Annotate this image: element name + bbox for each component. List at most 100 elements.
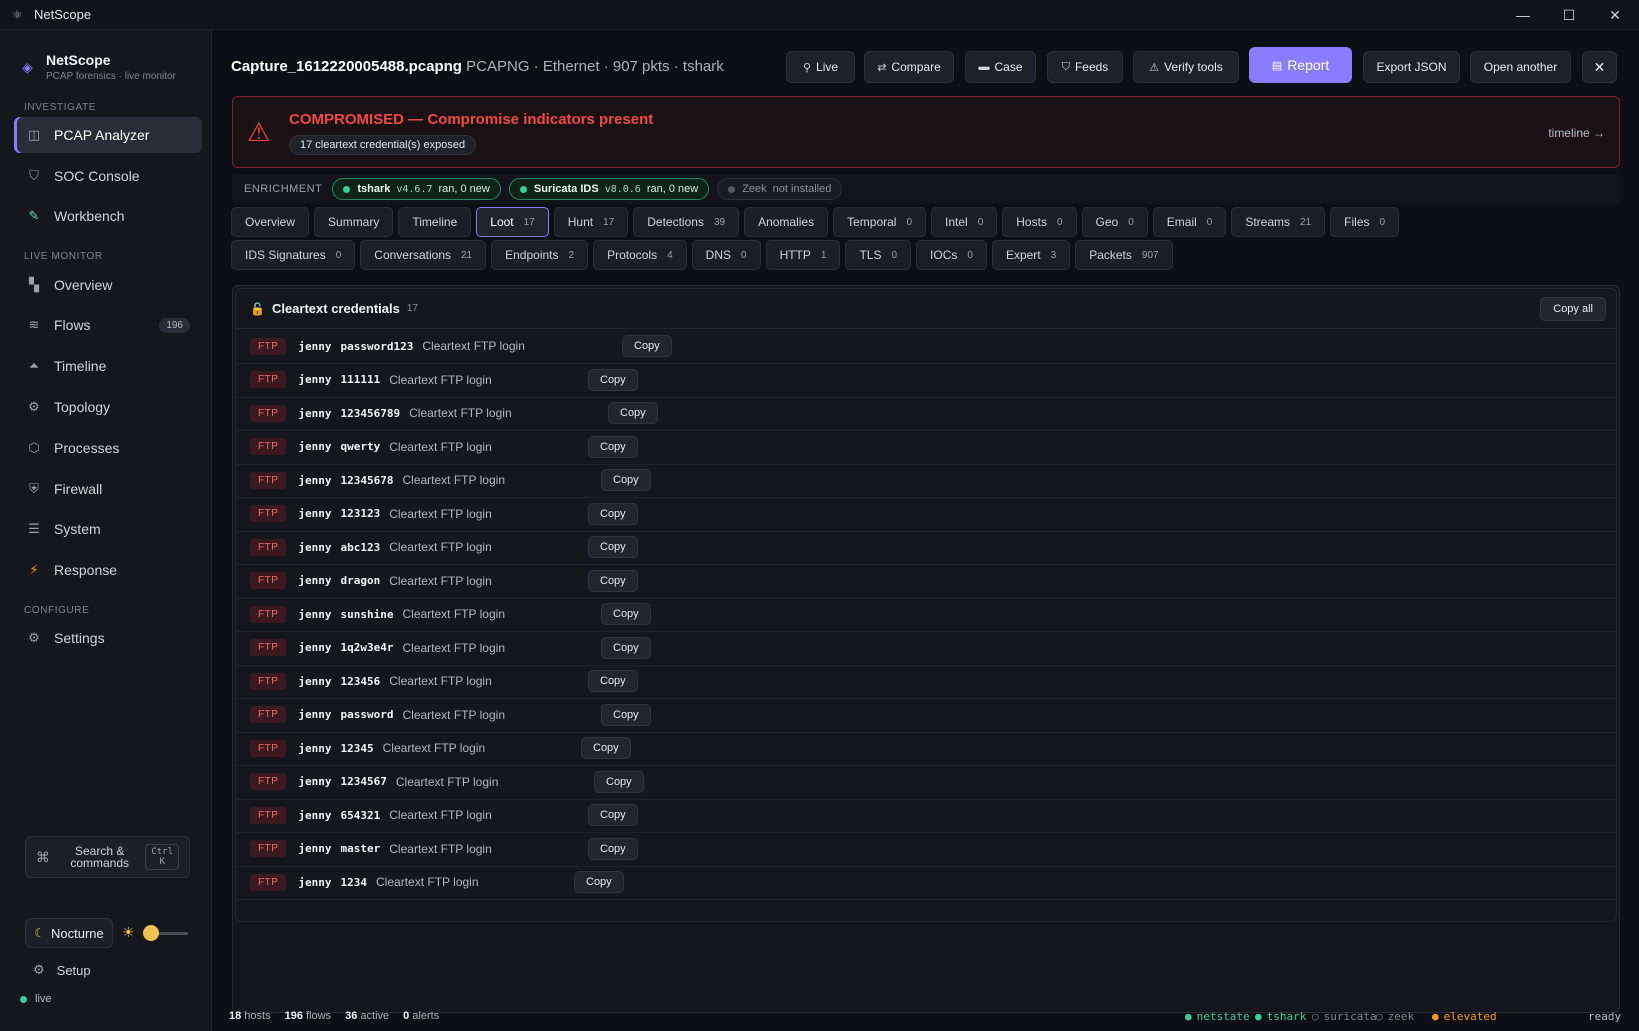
verify-tools-button[interactable]: ⚠ Verify tools (1133, 51, 1239, 83)
tool-name: tshark (357, 183, 391, 195)
report-button-label: Report (1287, 57, 1330, 73)
sidebar-item-flows[interactable]: ≋ Flows 196 (14, 307, 202, 343)
protocol-badge: FTP (250, 806, 287, 824)
tab-streams[interactable]: Streams 21 (1231, 207, 1326, 237)
sidebar-item-timeline[interactable]: ⏶ Timeline (14, 348, 202, 384)
copy-credential-button[interactable]: Copy (608, 402, 658, 424)
tab-iocs[interactable]: IOCs 0 (916, 240, 987, 270)
tab-expert[interactable]: Expert 3 (991, 240, 1071, 270)
protocol-badge: FTP (250, 505, 287, 522)
feeds-button[interactable]: ⛉ Feeds (1047, 51, 1123, 83)
tab-files[interactable]: Files 0 (1330, 207, 1400, 237)
tab-loot[interactable]: Loot 17 (476, 207, 549, 237)
sidebar-item-system[interactable]: ☰ System (14, 511, 202, 547)
tab-label: TLS (859, 248, 882, 262)
live-button[interactable]: ⚲ Live (786, 51, 855, 83)
open-another-button[interactable]: Open another (1470, 51, 1571, 83)
copy-credential-button[interactable]: Copy (588, 569, 638, 592)
case-button[interactable]: ▬ Case (965, 51, 1036, 83)
service-status-icon: ● (1185, 1009, 1192, 1023)
copy-credential-button[interactable]: Copy (601, 603, 651, 625)
tab-dns[interactable]: DNS 0 (691, 240, 761, 270)
timeline-link[interactable]: timeline → (1548, 126, 1605, 140)
tab-email[interactable]: Email 0 (1152, 207, 1227, 237)
credential-description: Cleartext FTP login (402, 707, 506, 722)
credential-username: jenny (298, 574, 332, 587)
credential-username: jenny (298, 473, 332, 487)
search-commands-button[interactable]: ⌘ Search & commands Ctrl K (25, 836, 190, 878)
shield-icon: ⛉ (29, 168, 39, 183)
tab-detections[interactable]: Detections 39 (633, 207, 740, 237)
export-json-button[interactable]: Export JSON (1363, 51, 1460, 83)
credential-row: FTP jenny qwerty Cleartext FTP login Copy (236, 430, 1616, 465)
credential-row: FTP jenny 1234567 Cleartext FTP login Copy (236, 765, 1616, 800)
copy-credential-button[interactable]: Copy (601, 469, 651, 491)
tab-hunt[interactable]: Hunt 17 (553, 207, 629, 237)
copy-credential-button[interactable]: Copy (622, 335, 672, 357)
close-window-button[interactable]: ✕ (1592, 0, 1638, 30)
sidebar-item-response[interactable]: ⚡ Response (14, 552, 202, 588)
copy-credential-button[interactable]: Copy (588, 368, 638, 391)
brand: ◈ NetScope PCAP forensics · live monitor (22, 52, 176, 82)
compare-button[interactable]: ⇄ Compare (864, 51, 954, 83)
copy-credential-button[interactable]: Copy (601, 636, 651, 659)
sidebar-item-soc-console[interactable]: ⛉ SOC Console (14, 158, 202, 194)
sidebar-item-workbench[interactable]: ✎ Workbench (14, 198, 202, 234)
tab-conversations[interactable]: Conversations 21 (360, 240, 487, 270)
copy-credential-button[interactable]: Copy (574, 871, 624, 893)
tab-summary[interactable]: Summary (314, 207, 394, 237)
maximize-button[interactable]: ☐ (1546, 0, 1592, 30)
sidebar-item-topology[interactable]: ⚙ Topology (14, 389, 202, 425)
tab-overview[interactable]: Overview (231, 207, 310, 237)
service-name: suricata (1323, 1009, 1377, 1023)
copy-credential-button[interactable]: Copy (588, 804, 638, 826)
sidebar-item-overview[interactable]: ▚ Overview (14, 267, 202, 303)
tab-label: Loot (490, 215, 514, 229)
copy-all-button[interactable]: Copy all (1540, 297, 1606, 321)
credential-password: 111111 (340, 373, 381, 386)
credential-username: jenny (298, 440, 332, 453)
report-button[interactable]: ▤ Report (1249, 47, 1352, 83)
tab-packets[interactable]: Packets 907 (1075, 240, 1173, 270)
copy-credential-button[interactable]: Copy (588, 536, 638, 558)
capture-title: Capture_1612220005488.pcapng PCAPNG · Et… (231, 58, 724, 75)
copy-credential-button[interactable]: Copy (601, 703, 651, 726)
close-capture-button[interactable]: ✕ (1582, 51, 1617, 83)
tab-tls[interactable]: TLS 0 (845, 240, 912, 270)
copy-credential-button[interactable]: Copy (588, 670, 638, 692)
shortcut-hint: Ctrl K (145, 844, 179, 870)
sidebar-item-label: Processes (54, 440, 120, 456)
sidebar-item-processes[interactable]: ⬡ Processes (14, 430, 202, 466)
tab-hosts[interactable]: Hosts 0 (1002, 207, 1077, 237)
setup-button[interactable]: ⚙ Setup (33, 962, 91, 978)
copy-credential-button[interactable]: Copy (588, 435, 638, 458)
tab-label: Protocols (607, 248, 658, 262)
service-status-icon: ● (1255, 1009, 1262, 1023)
tab-ids-signatures[interactable]: IDS Signatures 0 (231, 240, 356, 270)
sidebar-item-pcap-analyzer[interactable]: ◫ PCAP Analyzer (14, 117, 202, 153)
protocol-badge: FTP (250, 572, 287, 589)
capture-meta: PCAPNG · Ethernet · 907 pkts · tshark (461, 58, 724, 75)
theme-toggle-button[interactable]: ☾ Nocturne (25, 918, 113, 948)
tab-intel[interactable]: Intel 0 (931, 207, 998, 237)
protocol-badge: FTP (250, 739, 287, 757)
sidebar-item-firewall[interactable]: ⛨ Firewall (14, 471, 202, 507)
copy-credential-button[interactable]: Copy (588, 837, 638, 860)
minimize-button[interactable]: — (1500, 0, 1546, 30)
tab-temporal[interactable]: Temporal 0 (833, 207, 927, 237)
tab-timeline[interactable]: Timeline (398, 207, 472, 237)
sidebar-item-settings[interactable]: ⚙ Settings (14, 620, 202, 656)
copy-credential-button[interactable]: Copy (588, 502, 638, 525)
tab-geo[interactable]: Geo 0 (1081, 207, 1148, 237)
credential-description: Cleartext FTP login (422, 339, 525, 353)
tab-endpoints[interactable]: Endpoints 2 (491, 240, 589, 270)
copy-credential-button[interactable]: Copy (594, 770, 644, 793)
hosts-label: hosts (241, 1010, 271, 1022)
credential-password: 12345 (340, 741, 374, 755)
tab-count: 0 (906, 216, 913, 228)
tab-anomalies[interactable]: Anomalies (744, 207, 829, 237)
tab-protocols[interactable]: Protocols 4 (593, 240, 687, 270)
tab-http[interactable]: HTTP 1 (765, 240, 841, 270)
sidebar-item-label: Workbench (54, 208, 125, 224)
copy-credential-button[interactable]: Copy (581, 737, 631, 759)
